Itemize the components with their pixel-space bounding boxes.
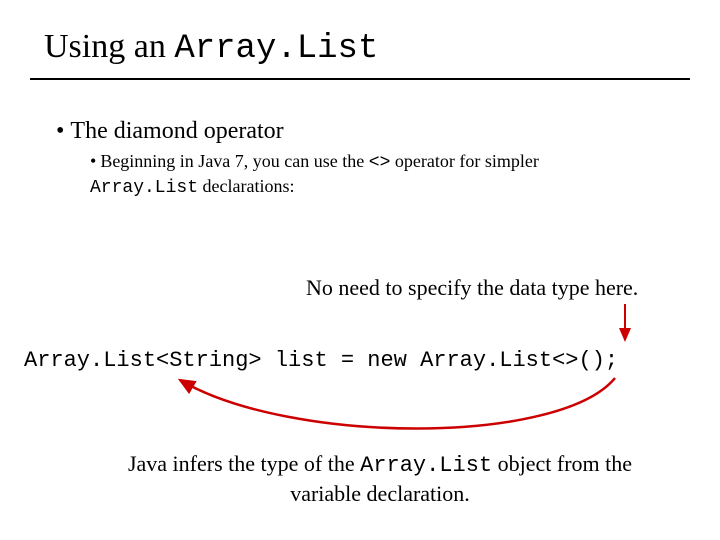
bullet-dot: • — [56, 118, 64, 144]
slide: Using an Array.List •The diamond operato… — [0, 0, 720, 540]
title-prefix: Using an — [44, 28, 174, 65]
title-code: Array.List — [174, 30, 378, 68]
code-line: Array.List<String> list = new Array.List… — [24, 348, 618, 373]
bullet-level2-op: <> — [369, 153, 391, 173]
bullet-level2-post: declarations: — [198, 176, 294, 196]
slide-title: Using an Array.List — [44, 28, 378, 68]
bullet-level2-pre: Beginning in Java 7, you can use the — [100, 151, 368, 171]
annotation-bottom-code: Array.List — [360, 453, 492, 478]
bullet-level2: •Beginning in Java 7, you can use the <>… — [90, 150, 650, 199]
bullet-level2-mid: operator for simpler — [390, 151, 538, 171]
title-underline — [30, 78, 690, 80]
annotation-top: No need to specify the data type here. — [306, 275, 638, 301]
bullet-level2-code: Array.List — [90, 178, 198, 198]
arrow-curve-icon — [180, 378, 615, 429]
bullet-dot: • — [90, 151, 96, 171]
annotation-bottom: Java infers the type of the Array.List o… — [110, 450, 650, 507]
annotation-bottom-pre: Java infers the type of the — [128, 451, 360, 476]
bullet-level1-text: The diamond operator — [70, 118, 283, 144]
bullet-level1: •The diamond operator — [56, 118, 284, 145]
